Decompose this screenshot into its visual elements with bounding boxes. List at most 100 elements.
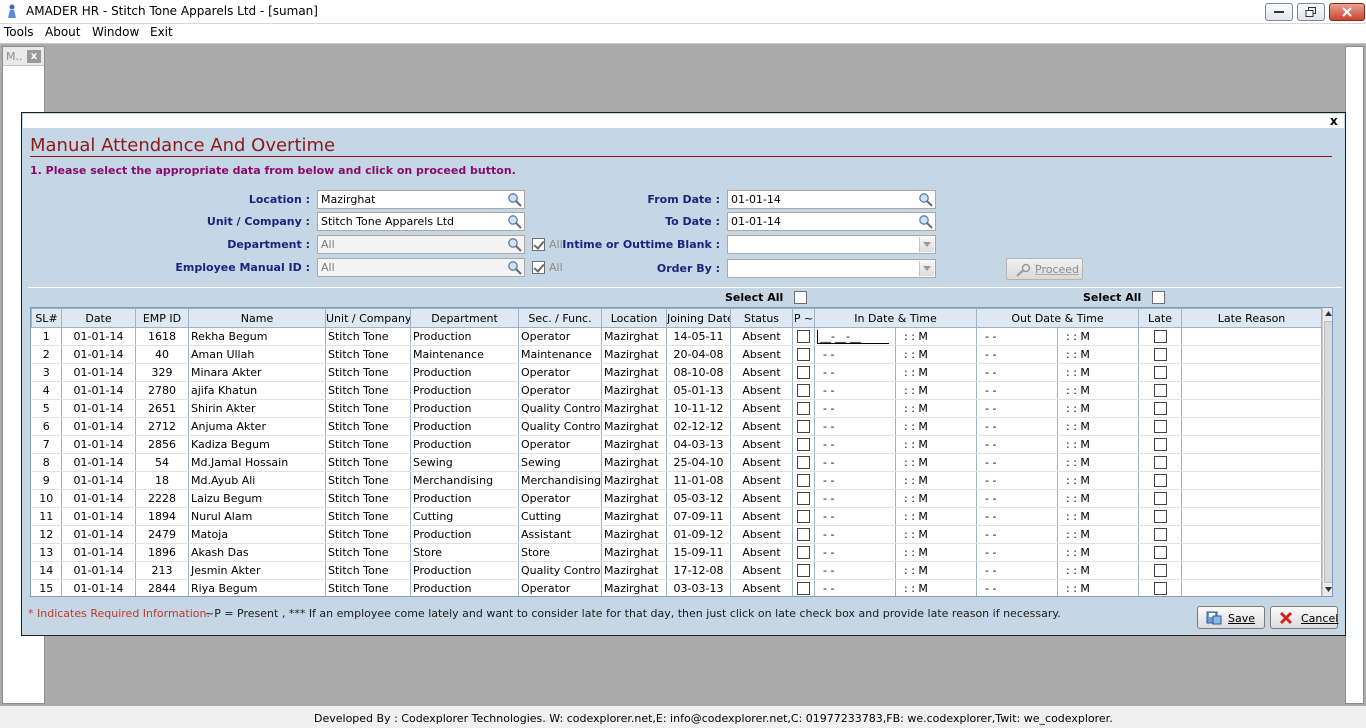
- cell-section[interactable]: Operator: [518, 579, 602, 596]
- cell-date[interactable]: 01-01-14: [61, 345, 136, 364]
- cell-emp-id[interactable]: 2844: [135, 579, 189, 596]
- dropdown-arrow[interactable]: [919, 261, 934, 276]
- cell-section[interactable]: Maintenance: [518, 345, 602, 364]
- late-checkbox[interactable]: [1153, 420, 1167, 434]
- cell-present[interactable]: [792, 453, 815, 472]
- cell-sl[interactable]: 5: [31, 399, 62, 418]
- cell-out-time[interactable]: : : M: [1057, 381, 1140, 400]
- table-row[interactable]: 9 01-01-14 18 Md.Ayub Ali Stitch Tone Merchan…: [31, 471, 1323, 490]
- cell-name[interactable]: Riya Begum: [188, 579, 326, 596]
- cell-late-reason[interactable]: [1181, 579, 1323, 596]
- cell-present[interactable]: [792, 381, 815, 400]
- cell-late-reason[interactable]: [1181, 381, 1323, 400]
- cell-late[interactable]: [1138, 345, 1183, 364]
- cell-unit-company[interactable]: Stitch Tone: [325, 525, 411, 544]
- cell-in-time[interactable]: : : M: [895, 435, 977, 454]
- cell-name[interactable]: Laizu Begum: [188, 489, 326, 508]
- cell-name[interactable]: Shirin Akter: [188, 399, 326, 418]
- cell-present[interactable]: [792, 579, 815, 596]
- cell-late[interactable]: [1138, 399, 1183, 418]
- table-row[interactable]: 12 01-01-14 2479 Matoja Stitch Tone Productio…: [31, 525, 1323, 544]
- cell-name[interactable]: Matoja: [188, 525, 326, 544]
- minimize-button[interactable]: [1265, 3, 1293, 21]
- cell-location[interactable]: Mazirghat: [601, 453, 667, 472]
- cell-out-date[interactable]: - -: [976, 543, 1058, 562]
- cell-section[interactable]: Operator: [518, 363, 602, 382]
- scroll-up-button[interactable]: [1323, 308, 1332, 320]
- search-icon[interactable]: [918, 214, 933, 229]
- col-out-date-time[interactable]: Out Date & Time: [975, 308, 1140, 328]
- cell-section[interactable]: Quality Control: [518, 399, 602, 418]
- table-row[interactable]: 6 01-01-14 2712 Anjuma Akter Stitch Tone Prod…: [31, 417, 1323, 436]
- late-checkbox[interactable]: [1153, 438, 1167, 452]
- cell-department[interactable]: Production: [410, 327, 519, 346]
- cell-status[interactable]: Absent: [730, 525, 793, 544]
- cell-present[interactable]: [792, 417, 815, 436]
- cell-date[interactable]: 01-01-14: [61, 579, 136, 596]
- cell-present[interactable]: [792, 327, 815, 346]
- cell-present[interactable]: [792, 561, 815, 580]
- cell-present[interactable]: [792, 399, 815, 418]
- cell-joining-date[interactable]: 20-04-08: [666, 345, 731, 364]
- cell-sl[interactable]: 8: [31, 453, 62, 472]
- cell-unit-company[interactable]: Stitch Tone: [325, 381, 411, 400]
- cell-late[interactable]: [1138, 453, 1183, 472]
- cell-late[interactable]: [1138, 543, 1183, 562]
- cell-in-time[interactable]: : : M: [895, 399, 977, 418]
- cell-emp-id[interactable]: 1896: [135, 543, 189, 562]
- cell-status[interactable]: Absent: [730, 381, 793, 400]
- present-checkbox[interactable]: [797, 402, 810, 416]
- cell-sl[interactable]: 3: [31, 363, 62, 382]
- cell-late[interactable]: [1138, 525, 1183, 544]
- cell-section[interactable]: Quality Control: [518, 417, 602, 436]
- present-checkbox[interactable]: [797, 384, 810, 398]
- cell-in-date[interactable]: - -: [814, 381, 896, 400]
- cell-sl[interactable]: 10: [31, 489, 62, 508]
- cell-department[interactable]: Merchandising: [410, 471, 519, 490]
- cell-present[interactable]: [792, 489, 815, 508]
- table-row[interactable]: 10 01-01-14 2228 Laizu Begum Stitch Tone Prod…: [31, 489, 1323, 508]
- cell-in-time[interactable]: : : M: [895, 381, 977, 400]
- cell-late-reason[interactable]: [1181, 417, 1323, 436]
- cell-late[interactable]: [1138, 363, 1183, 382]
- present-checkbox[interactable]: [797, 330, 810, 344]
- cell-joining-date[interactable]: 03-03-13: [666, 579, 731, 596]
- search-icon[interactable]: [918, 192, 933, 207]
- cell-emp-id[interactable]: 2856: [135, 435, 189, 454]
- late-checkbox[interactable]: [1153, 402, 1167, 416]
- cell-emp-id[interactable]: 54: [135, 453, 189, 472]
- cell-late-reason[interactable]: [1181, 507, 1323, 526]
- cell-emp-id[interactable]: 2651: [135, 399, 189, 418]
- cell-late-reason[interactable]: [1181, 345, 1323, 364]
- cell-in-date[interactable]: - -: [814, 579, 896, 596]
- present-checkbox[interactable]: [797, 348, 810, 362]
- cell-unit-company[interactable]: Stitch Tone: [325, 579, 411, 596]
- cell-name[interactable]: ajifa Khatun: [188, 381, 326, 400]
- cell-status[interactable]: Absent: [730, 363, 793, 382]
- cell-in-date[interactable]: - -: [814, 471, 896, 490]
- cell-department[interactable]: Production: [410, 525, 519, 544]
- col-date[interactable]: Date: [61, 308, 136, 328]
- cell-department[interactable]: Production: [410, 435, 519, 454]
- search-icon[interactable]: [507, 214, 522, 229]
- col-status[interactable]: Status: [730, 308, 793, 328]
- cell-department[interactable]: Production: [410, 561, 519, 580]
- late-checkbox[interactable]: [1153, 564, 1167, 578]
- present-checkbox[interactable]: [797, 492, 810, 506]
- cell-section[interactable]: Operator: [518, 489, 602, 508]
- cell-present[interactable]: [792, 507, 815, 526]
- cell-late[interactable]: [1138, 327, 1183, 346]
- cell-emp-id[interactable]: 2228: [135, 489, 189, 508]
- cell-unit-company[interactable]: Stitch Tone: [325, 363, 411, 382]
- cell-unit-company[interactable]: Stitch Tone: [325, 561, 411, 580]
- late-checkbox[interactable]: [1153, 330, 1167, 344]
- cell-joining-date[interactable]: 07-09-11: [666, 507, 731, 526]
- present-checkbox[interactable]: [797, 564, 810, 578]
- table-row[interactable]: 2 01-01-14 40 Aman Ullah Stitch Tone Maintena…: [31, 345, 1323, 364]
- cell-in-time[interactable]: : : M: [895, 327, 977, 346]
- cell-department[interactable]: Cutting: [410, 507, 519, 526]
- cell-unit-company[interactable]: Stitch Tone: [325, 489, 411, 508]
- cell-status[interactable]: Absent: [730, 399, 793, 418]
- cell-in-date[interactable]: - -: [814, 345, 896, 364]
- cell-department[interactable]: Production: [410, 381, 519, 400]
